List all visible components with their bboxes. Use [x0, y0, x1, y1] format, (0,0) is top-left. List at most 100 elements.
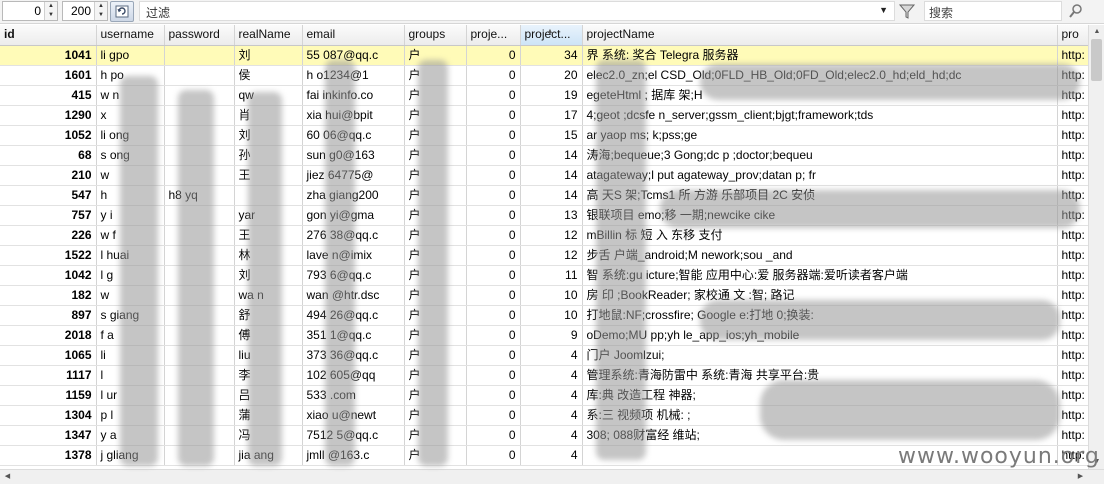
cell-p2[interactable]: 4	[520, 385, 583, 406]
cell-id[interactable]: 182	[0, 285, 97, 306]
cell-pro[interactable]: http:	[1057, 385, 1088, 406]
cell-p2[interactable]: 4	[520, 365, 583, 386]
column-header-1[interactable]: username	[96, 25, 165, 46]
chevron-down-icon[interactable]: ▼	[879, 5, 888, 15]
cell-p2[interactable]: 10	[520, 305, 583, 326]
column-header-6[interactable]: proje...	[466, 25, 521, 46]
cell-p2[interactable]: 14	[520, 145, 583, 166]
cell-id[interactable]: 1290	[0, 105, 97, 126]
spin-up-icon[interactable]: ▲	[95, 2, 107, 11]
cell-pro[interactable]: http:	[1057, 345, 1088, 366]
cell-p1[interactable]: 0	[466, 45, 521, 66]
offset-spinner[interactable]: 0 ▲ ▼	[2, 1, 58, 21]
cell-realName[interactable]: 侯	[234, 65, 303, 86]
cell-projectName[interactable]: 步舌 户端_android;M nework;sou _and	[582, 245, 1058, 266]
cell-p2[interactable]: 4	[520, 345, 583, 366]
cell-p2[interactable]: 9	[520, 325, 583, 346]
scroll-left-icon[interactable]: ◀	[0, 470, 15, 484]
table-row[interactable]: 1041 li gpo 刘 55 087@qq.c 户 0 34 界 系统: 奖合 Tel…	[0, 45, 1088, 66]
cell-p1[interactable]: 0	[466, 165, 521, 186]
cell-p2[interactable]: 34	[520, 45, 583, 66]
cell-pro[interactable]: http:	[1057, 325, 1088, 346]
column-header-2[interactable]: password	[164, 25, 235, 46]
cell-pro[interactable]: http:	[1057, 245, 1088, 266]
vertical-scrollbar[interactable]: ▲ ▼	[1088, 25, 1104, 469]
cell-username[interactable]: li gpo	[96, 45, 165, 66]
cell-id[interactable]: 226	[0, 225, 97, 246]
spin-down-icon[interactable]: ▼	[95, 11, 107, 20]
spin-down-icon[interactable]: ▼	[45, 11, 57, 20]
column-header-0[interactable]: id	[0, 25, 97, 46]
scroll-up-icon[interactable]: ▲	[1089, 25, 1104, 39]
cell-projectName[interactable]: 4;geot ;dcsfe n_server;gssm_client;bjgt;…	[582, 105, 1058, 126]
cell-p1[interactable]: 0	[466, 425, 521, 446]
cell-p1[interactable]: 0	[466, 385, 521, 406]
cell-pro[interactable]: http:	[1057, 425, 1088, 446]
filter-input[interactable]: 过滤 ▼	[139, 1, 895, 21]
scroll-right-icon[interactable]: ▶	[1073, 470, 1088, 484]
cell-p1[interactable]: 0	[466, 245, 521, 266]
table-row[interactable]: 226w f王276 38@qq.c 户012mBillin 标 短 入 东移 …	[0, 225, 1088, 246]
table-row[interactable]: 1522l huai林lave n@imix 户012步舌 户端_android…	[0, 245, 1088, 266]
cell-p2[interactable]: 12	[520, 225, 583, 246]
cell-pro[interactable]: http:	[1057, 265, 1088, 286]
funnel-icon[interactable]	[898, 2, 916, 20]
column-header-9[interactable]: pro	[1057, 25, 1088, 46]
cell-p2[interactable]: 14	[520, 185, 583, 206]
offset-spinner-arrows[interactable]: ▲ ▼	[44, 2, 57, 20]
table-row[interactable]: 1065liliu373 36@qq.c 户04门户 Joomlzui;http…	[0, 345, 1088, 366]
limit-spinner-arrows[interactable]: ▲ ▼	[94, 2, 107, 20]
cell-p1[interactable]: 0	[466, 85, 521, 106]
cell-p1[interactable]: 0	[466, 445, 521, 466]
cell-p1[interactable]: 0	[466, 285, 521, 306]
cell-id[interactable]: 1159	[0, 385, 97, 406]
horizontal-scrollbar[interactable]: ◀ ▶	[0, 469, 1104, 484]
scroll-thumb[interactable]	[1091, 39, 1102, 81]
cell-realName[interactable]: 刘	[234, 45, 303, 66]
refresh-button[interactable]	[110, 1, 134, 22]
column-header-3[interactable]: realName	[234, 25, 303, 46]
limit-spinner[interactable]: 200 ▲ ▼	[62, 1, 108, 21]
cell-p2[interactable]: 11	[520, 265, 583, 286]
cell-password[interactable]	[164, 65, 235, 86]
column-header-5[interactable]: groups	[404, 25, 467, 46]
cell-projectName[interactable]: mBillin 标 短 入 东移 支付	[582, 225, 1058, 246]
cell-pro[interactable]: http:	[1057, 125, 1088, 146]
cell-pro[interactable]: http:	[1057, 405, 1088, 426]
cell-p1[interactable]: 0	[466, 65, 521, 86]
cell-id[interactable]: 897	[0, 305, 97, 326]
table-row[interactable]: 1052li ong刘60 06@qq.c 户015 ar yaop ms; k…	[0, 125, 1088, 146]
cell-projectName[interactable]: 涛海;bequeue;3 Gong;dc p ;doctor;bequeu	[582, 145, 1058, 166]
cell-projectName[interactable]: 门户 Joomlzui;	[582, 345, 1058, 366]
cell-pro[interactable]: http:	[1057, 145, 1088, 166]
cell-p1[interactable]: 0	[466, 305, 521, 326]
cell-p2[interactable]: 4	[520, 425, 583, 446]
cell-p2[interactable]: 4	[520, 405, 583, 426]
cell-p1[interactable]: 0	[466, 365, 521, 386]
search-icon[interactable]	[1065, 1, 1087, 21]
cell-p1[interactable]: 0	[466, 145, 521, 166]
cell-projectName[interactable]: 界 系统: 奖合 Telegra 服务器	[582, 45, 1058, 66]
cell-id[interactable]: 1041	[0, 45, 97, 66]
cell-pro[interactable]: http:	[1057, 165, 1088, 186]
cell-id[interactable]: 2018	[0, 325, 97, 346]
cell-p1[interactable]: 0	[466, 105, 521, 126]
cell-p2[interactable]: 4	[520, 445, 583, 466]
cell-p2[interactable]: 10	[520, 285, 583, 306]
column-header-7[interactable]: project... ▲	[520, 25, 583, 46]
cell-id[interactable]: 1065	[0, 345, 97, 366]
cell-projectName[interactable]: 智 系统:gu icture;智能 应用中心:爱 服务器端:爱听读者客户端	[582, 265, 1058, 286]
table-row[interactable]: 1290x肖xia hui@bpit 户017 4;geot ;dcsfe n_…	[0, 105, 1088, 126]
column-header-4[interactable]: email	[302, 25, 405, 46]
cell-id[interactable]: 68	[0, 145, 97, 166]
cell-projectName[interactable]: atagateway;l put agateway_prov;datan p; …	[582, 165, 1058, 186]
cell-p1[interactable]: 0	[466, 125, 521, 146]
cell-id[interactable]: 1601	[0, 65, 97, 86]
cell-p2[interactable]: 17	[520, 105, 583, 126]
cell-id[interactable]: 210	[0, 165, 97, 186]
cell-p1[interactable]: 0	[466, 225, 521, 246]
cell-id[interactable]: 415	[0, 85, 97, 106]
cell-pro[interactable]: http:	[1057, 105, 1088, 126]
cell-p2[interactable]: 15	[520, 125, 583, 146]
cell-p2[interactable]: 20	[520, 65, 583, 86]
